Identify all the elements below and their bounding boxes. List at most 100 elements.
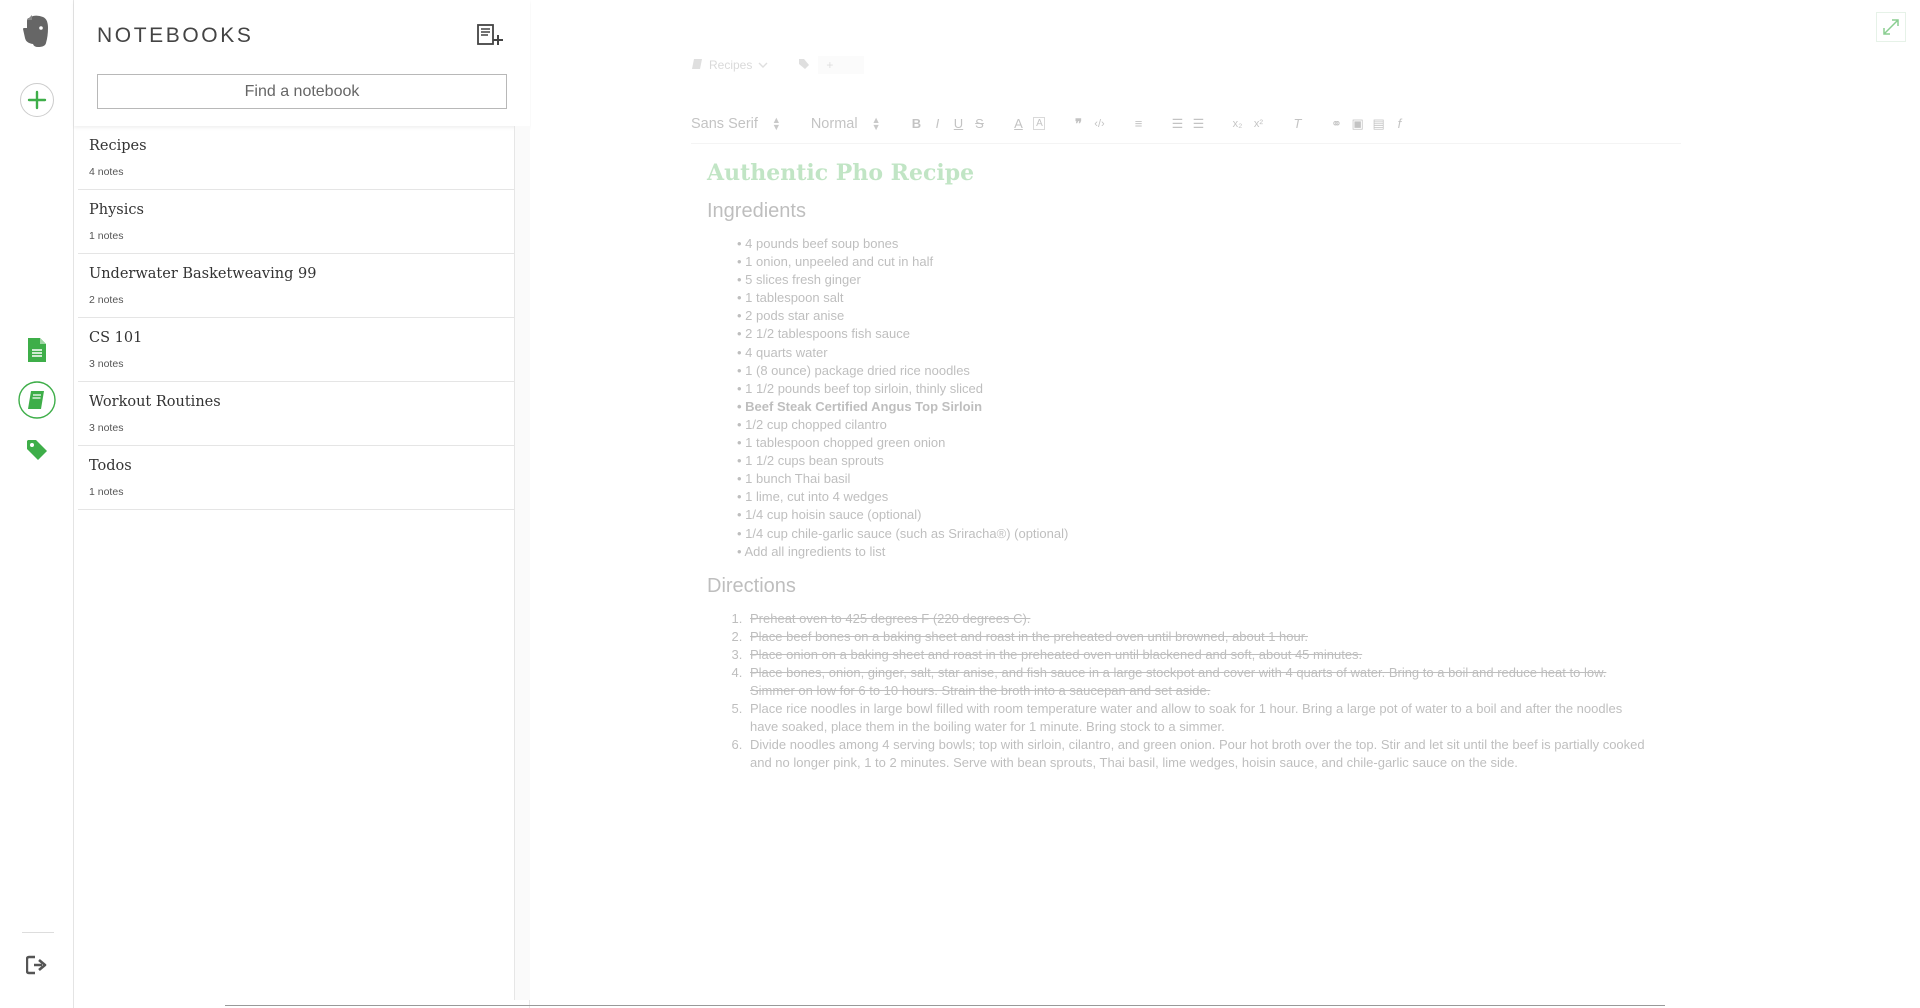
expand-button[interactable] <box>1876 12 1906 42</box>
notes-icon[interactable] <box>0 337 74 363</box>
rail-divider <box>22 932 54 933</box>
notebooks-header: NOTEBOOKS <box>74 0 530 126</box>
ingredients-list: 4 pounds beef soup bones 1 onion, unpeel… <box>737 235 1647 561</box>
clear-format-icon[interactable]: T <box>1291 116 1303 131</box>
notebooks-button[interactable] <box>0 380 74 420</box>
font-family-value: Sans Serif <box>691 115 758 132</box>
note-editor: Recipes + Sans Serif ▲ ▼ Normal ▲ ▼ B I … <box>531 0 1920 1008</box>
list-item: 1 tablespoon chopped green onion <box>737 434 1647 452</box>
directions-heading: Directions <box>707 574 796 597</box>
tag-area: + <box>798 56 865 74</box>
notebook-count: 4 notes <box>89 166 124 178</box>
tag-icon <box>798 58 810 73</box>
add-notebook-button[interactable] <box>476 22 504 48</box>
tags-icon[interactable] <box>0 438 74 462</box>
bottom-divider <box>225 1005 1665 1006</box>
ordered-list-icon[interactable]: ☰ <box>1171 116 1184 132</box>
notebook-name: Todos <box>89 458 132 474</box>
list-item: 1/4 cup chile-garlic sauce (such as Srir… <box>737 525 1647 543</box>
notebook-item-todos[interactable]: Todos 1 notes <box>78 446 514 510</box>
notebook-item-underwater-basketweaving[interactable]: Underwater Basketweaving 99 2 notes <box>78 254 514 318</box>
list-item: 1 tablespoon salt <box>737 289 1647 307</box>
underline-icon[interactable]: U <box>952 116 964 131</box>
plus-circle-icon <box>20 83 54 117</box>
evernote-logo-icon[interactable] <box>0 14 74 48</box>
notebooks-panel: NOTEBOOKS Recipes 4 notes Physics 1 note… <box>74 0 530 1008</box>
add-notebook-icon <box>477 24 503 45</box>
notebook-name: Recipes <box>89 138 147 154</box>
expand-icon <box>1883 19 1899 35</box>
note-title[interactable]: Authentic Pho Recipe <box>707 160 1647 186</box>
list-item: 4 pounds beef soup bones <box>737 235 1647 253</box>
list-item: Place onion on a baking sheet and roast … <box>746 646 1647 664</box>
list-item: Place beef bones on a baking sheet and r… <box>746 628 1647 646</box>
updown-arrows-icon: ▲ ▼ <box>871 114 881 132</box>
notebook-item-physics[interactable]: Physics 1 notes <box>78 190 514 254</box>
font-family-select[interactable]: Sans Serif ▲ ▼ <box>691 115 781 132</box>
notebook-selector[interactable]: Recipes <box>709 58 752 72</box>
subscript-icon[interactable]: x₂ <box>1231 118 1243 130</box>
list-item: 1 onion, unpeeled and cut in half <box>737 253 1647 271</box>
font-size-value: Normal <box>810 115 858 132</box>
list-item: 2 1/2 tablespoons fish sauce <box>737 325 1647 343</box>
formula-icon[interactable]: f <box>1393 116 1405 131</box>
list-item: Add all ingredients to list <box>737 543 1647 561</box>
list-item: 1 (8 ounce) package dried rice noodles <box>737 362 1647 380</box>
list-item: 2 pods star anise <box>737 307 1647 325</box>
strike-icon[interactable]: S <box>973 116 985 131</box>
superscript-icon[interactable]: x² <box>1252 118 1264 130</box>
new-note-button[interactable] <box>0 81 74 119</box>
ingredients-heading: Ingredients <box>707 200 806 222</box>
logout-icon[interactable] <box>0 954 74 976</box>
list-item: 1 lime, cut into 4 wedges <box>737 488 1647 506</box>
panel-title: NOTEBOOKS <box>97 24 254 47</box>
notebook-count: 2 notes <box>89 294 124 306</box>
notebook-item-recipes[interactable]: Recipes 4 notes <box>78 126 514 190</box>
note-content[interactable]: Authentic Pho Recipe Ingredients 4 pound… <box>707 160 1647 773</box>
list-item: 1 1/2 pounds beef top sirloin, thinly sl… <box>737 380 1647 398</box>
text-color-icon[interactable]: A <box>1012 116 1024 131</box>
list-item: 1/4 cup hoisin sauce (optional) <box>737 506 1647 524</box>
video-icon[interactable]: ▤ <box>1372 116 1384 132</box>
left-rail <box>0 0 74 1008</box>
app-root: NOTEBOOKS Recipes 4 notes Physics 1 note… <box>0 0 1920 1008</box>
add-tag-input[interactable]: + <box>818 56 865 74</box>
list-item: Beef Steak Certified Angus Top Sirloin <box>737 398 1647 416</box>
notebook-count: 3 notes <box>89 422 124 434</box>
notebook-count: 1 notes <box>89 230 124 242</box>
chevron-down-icon <box>758 58 768 72</box>
notebook-name: Underwater Basketweaving 99 <box>89 266 317 282</box>
notebook-list: Recipes 4 notes Physics 1 notes Underwat… <box>78 126 514 510</box>
font-size-select[interactable]: Normal ▲ ▼ <box>810 114 881 132</box>
format-toolbar: Sans Serif ▲ ▼ Normal ▲ ▼ B I U S A A ❞ ‹/… <box>691 104 1681 144</box>
code-icon[interactable]: ‹/› <box>1093 118 1105 130</box>
notebook-search-input[interactable] <box>97 74 507 109</box>
list-item: 5 slices fresh ginger <box>737 271 1647 289</box>
bold-icon[interactable]: B <box>910 116 922 131</box>
notebook-name: Physics <box>89 202 144 218</box>
notebook-item-cs-101[interactable]: CS 101 3 notes <box>78 318 514 382</box>
list-item: 4 quarts water <box>737 344 1647 362</box>
list-item: Preheat oven to 425 degrees F (220 degre… <box>746 610 1647 628</box>
highlight-icon[interactable]: A <box>1033 117 1046 130</box>
list-item: Place bones, onion, ginger, salt, star a… <box>746 664 1647 700</box>
notebook-icon <box>18 381 56 419</box>
panel-scrollbar[interactable] <box>514 126 530 1000</box>
notebook-count: 3 notes <box>89 358 124 370</box>
italic-icon[interactable]: I <box>931 116 943 131</box>
list-item: Place rice noodles in large bowl filled … <box>746 700 1647 736</box>
image-icon[interactable]: ▣ <box>1351 116 1363 132</box>
list-item: Divide noodles among 4 serving bowls; to… <box>746 736 1647 772</box>
notebook-count: 1 notes <box>89 486 124 498</box>
align-icon[interactable]: ≡ <box>1132 116 1144 131</box>
notebook-item-workout-routines[interactable]: Workout Routines 3 notes <box>78 382 514 446</box>
directions-list: Preheat oven to 425 degrees F (220 degre… <box>746 610 1647 773</box>
link-icon[interactable]: ⚭ <box>1330 116 1342 132</box>
notebook-name: CS 101 <box>89 330 143 346</box>
notebook-small-icon <box>691 58 703 73</box>
notebook-name: Workout Routines <box>89 394 221 410</box>
bullet-list-icon[interactable]: ☰ <box>1192 116 1205 132</box>
list-item: 1 bunch Thai basil <box>737 470 1647 488</box>
list-item: 1 1/2 cups bean sprouts <box>737 452 1647 470</box>
blockquote-icon[interactable]: ❞ <box>1072 116 1084 132</box>
